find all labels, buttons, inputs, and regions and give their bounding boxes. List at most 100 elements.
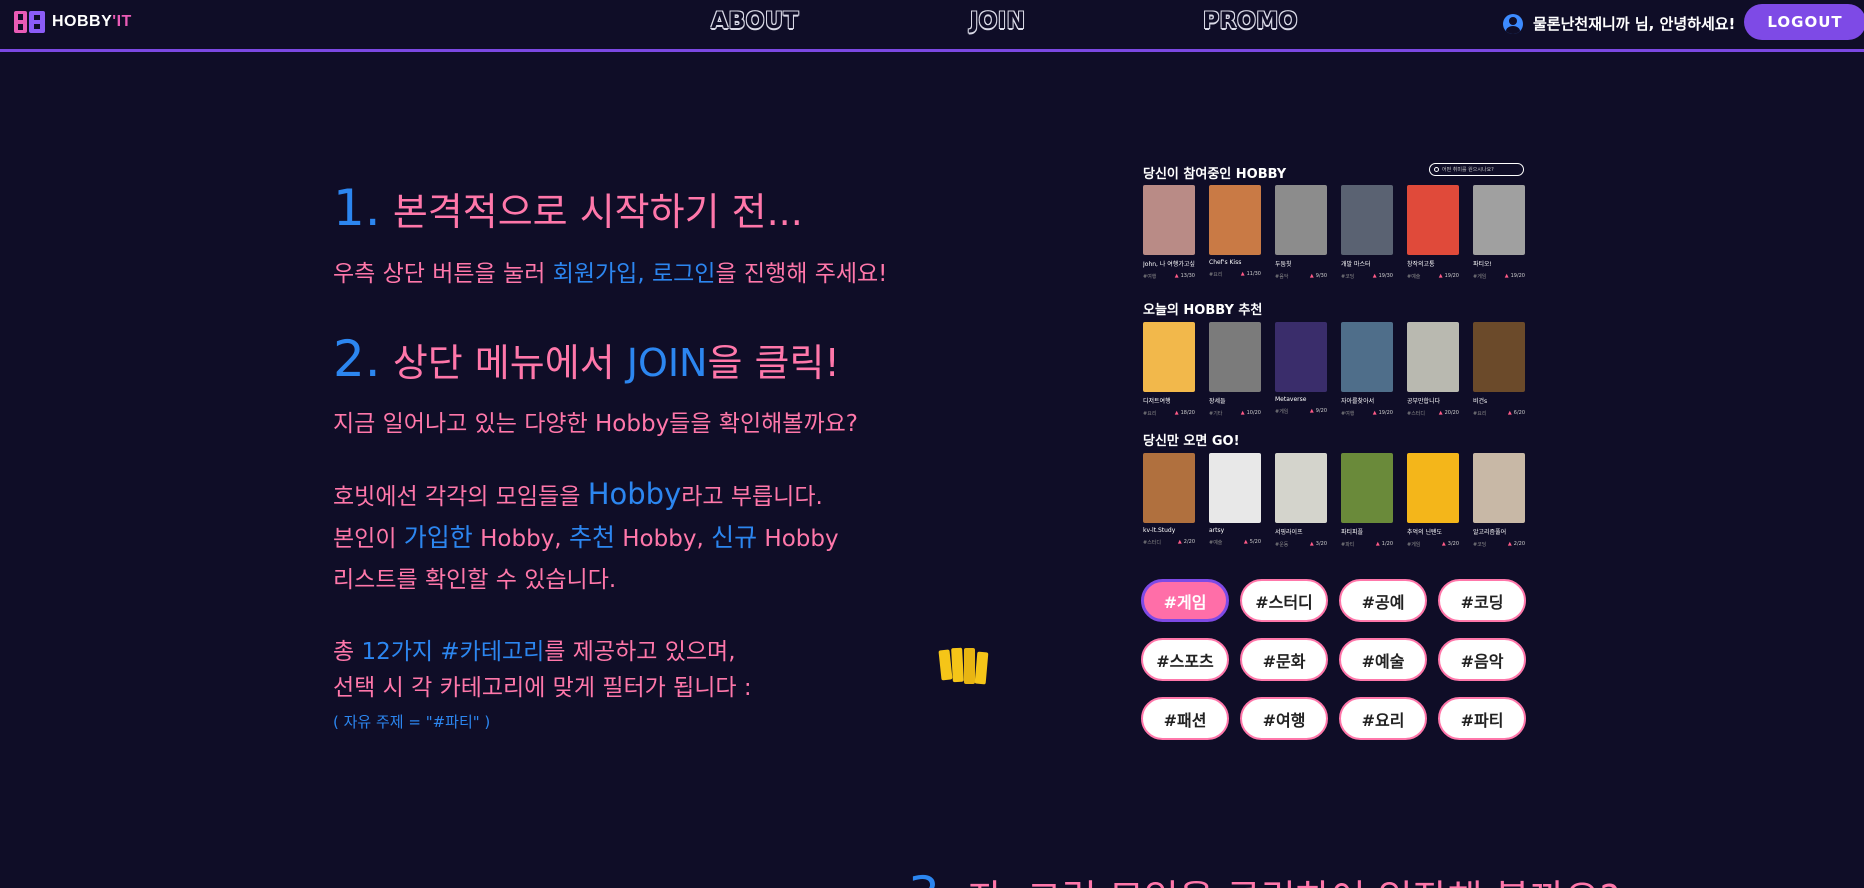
hobby-card-count: 18/20: [1175, 410, 1195, 417]
step1-description: 우측 상단 버튼을 눌러 회원가입, 로그인을 진행해 주세요!: [333, 261, 888, 287]
hobby-card-image: [1209, 322, 1261, 392]
hobby-explanation-line2: 본인이 가입한 Hobby, 추천 Hobby, 신규 Hobby: [333, 523, 839, 552]
hobby-card-tag: #예술: [1209, 540, 1223, 546]
hobby-card-tag: #기타: [1209, 411, 1223, 417]
hobby-card-count: 9/20: [1310, 408, 1327, 415]
hobby-card-count: 19/20: [1373, 410, 1393, 417]
hobby-card-tag: #코딩: [1341, 274, 1355, 280]
hobby-card-image: [1341, 322, 1393, 392]
hobby-card-meta: #예술 19/20: [1407, 273, 1459, 280]
tag-sports[interactable]: #스포츠: [1141, 638, 1229, 681]
hobby-card[interactable]: Metaverse #게임 9/20: [1275, 322, 1327, 417]
preview-section1-row: John, 나 여행가고싶어 #여행 13/30 Chef's Kiss #요리 11/3…: [1143, 185, 1525, 280]
hobby-card[interactable]: 비건s #요리 6/20: [1473, 322, 1525, 417]
hobby-card-tag: #파티: [1341, 542, 1355, 548]
tag-music[interactable]: #음악: [1438, 638, 1526, 681]
hobby-card-title: 비건s: [1473, 398, 1488, 405]
pointing-hand-icon: [938, 647, 989, 685]
tag-party[interactable]: #파티: [1438, 697, 1526, 740]
hobby-card[interactable]: 공부만합니다 #스터디 20/20: [1407, 322, 1459, 417]
hobby-card-tag: #요리: [1209, 272, 1223, 278]
category-explanation-line1: 총 12가지 #카테고리를 제공하고 있으며,: [333, 639, 736, 665]
tag-cooking[interactable]: #요리: [1339, 697, 1427, 740]
hobby-card[interactable]: kv-lt.Study #스터디 2/20: [1143, 453, 1195, 548]
login-link[interactable]: 로그인: [652, 261, 715, 287]
hobby-card-meta: #예술 5/20: [1209, 539, 1261, 546]
signup-link[interactable]: 회원가입: [553, 261, 638, 287]
user-greeting: 물론난천재니까 님, 안녕하세요!: [1533, 15, 1736, 33]
hobby-card-image: [1275, 322, 1327, 392]
hobby-card[interactable]: 두둠칫 #음악 9/30: [1275, 185, 1327, 280]
hobby-card-meta: #기타 10/20: [1209, 410, 1261, 417]
hobby-card-tag: #스터디: [1143, 540, 1161, 546]
hobby-card-count: 19/20: [1439, 273, 1459, 280]
hobby-card-meta: #스터디 20/20: [1407, 410, 1459, 417]
logo-mark-icon: [14, 11, 46, 33]
hobby-card-tag: #여행: [1143, 274, 1157, 280]
hobby-card-tag: #스터디: [1407, 411, 1425, 417]
hobby-card[interactable]: 개발 마스터 #코딩 19/30: [1341, 185, 1393, 280]
nav-about[interactable]: ABOUT: [711, 9, 799, 34]
tag-study[interactable]: #스터디: [1240, 579, 1328, 622]
step1-title: 본격적으로 시작하기 전...: [392, 190, 803, 234]
hobby-card-meta: #코딩 2/20: [1473, 541, 1525, 548]
hobby-card-tag: #예술: [1407, 274, 1421, 280]
hobby-card-title: Metaverse: [1275, 396, 1307, 403]
tag-craft[interactable]: #공예: [1339, 579, 1427, 622]
nav-promo[interactable]: PROMO: [1203, 9, 1298, 34]
hobby-card-count: 5/20: [1244, 539, 1261, 546]
tag-art[interactable]: #예술: [1339, 638, 1427, 681]
hobby-card-title: 공부만합니다: [1407, 398, 1441, 405]
nav-join[interactable]: JOIN: [970, 9, 1026, 34]
hobby-card-tag: #게임: [1275, 409, 1289, 415]
hobby-card[interactable]: John, 나 여행가고싶어 #여행 13/30: [1143, 185, 1195, 280]
hobby-card[interactable]: 디저트여행 #요리 18/20: [1143, 322, 1195, 417]
tag-travel[interactable]: #여행: [1240, 697, 1328, 740]
hobby-card-image: [1143, 322, 1195, 392]
hobby-explanation-line3: 리스트를 확인할 수 있습니다.: [333, 567, 617, 593]
step2-description: 지금 일어나고 있는 다양한 Hobby들을 확인해볼까요?: [333, 411, 858, 437]
hobby-card-image: [1473, 185, 1525, 255]
hobby-card-title: 디저트여행: [1143, 398, 1171, 405]
category-explanation-line2: 선택 시 각 카테고리에 맞게 필터가 됩니다 :: [333, 675, 752, 701]
hobby-card[interactable]: 파티피플 #파티 1/20: [1341, 453, 1393, 548]
hobby-card[interactable]: 추억의 닌텐도 #게임 3/20: [1407, 453, 1459, 548]
hobby-card-count: 2/20: [1178, 539, 1195, 546]
hobby-card-count: 1/20: [1376, 541, 1393, 548]
hobby-card-count: 11/30: [1241, 271, 1261, 278]
hobby-card-title: 서핑라이프: [1275, 529, 1303, 536]
hobby-card[interactable]: 창작의고통 #예술 19/20: [1407, 185, 1459, 280]
hobby-card[interactable]: artsy #예술 5/20: [1209, 453, 1261, 548]
hobby-card-title: 창작의고통: [1407, 261, 1435, 268]
hobby-card[interactable]: 자아를찾아서 #여행 19/20: [1341, 322, 1393, 417]
hobby-card-title: 두둠칫: [1275, 261, 1292, 268]
hobby-card[interactable]: 장세들 #기타 10/20: [1209, 322, 1261, 417]
hobby-card-title: 자아를찾아서: [1341, 398, 1375, 405]
hobby-card-image: [1209, 185, 1261, 255]
free-topic-note: ( 자유 주제 = "#파티" ): [333, 713, 491, 731]
hobby-card-title: kv-lt.Study: [1143, 527, 1176, 534]
user-area: 물론난천재니까 님, 안녕하세요!: [1503, 13, 1735, 34]
hobby-card[interactable]: 알고리즘풀어 #코딩 2/20: [1473, 453, 1525, 548]
hobby-card[interactable]: Chef's Kiss #요리 11/30: [1209, 185, 1261, 280]
hobby-card-image: [1275, 453, 1327, 523]
hobby-card-meta: #요리 11/30: [1209, 271, 1261, 278]
hobby-card-count: 3/20: [1310, 541, 1327, 548]
hobby-card-count: 10/20: [1241, 410, 1261, 417]
preview-search-input: 어떤 취미를 원으시나요?: [1429, 163, 1524, 176]
hobby-card-title: 추억의 닌텐도: [1407, 529, 1443, 536]
user-avatar-icon[interactable]: [1503, 13, 1523, 34]
hobby-card-tag: #게임: [1473, 274, 1487, 280]
tag-coding[interactable]: #코딩: [1438, 579, 1526, 622]
hobby-card-title: artsy: [1209, 527, 1225, 534]
tag-game[interactable]: #게임: [1141, 579, 1229, 622]
logo[interactable]: HOBBY'IT: [14, 11, 132, 33]
hobby-card[interactable]: 서핑라이프 #운동 3/20: [1275, 453, 1327, 548]
hobby-card[interactable]: 파티오! #게임 19/20: [1473, 185, 1525, 280]
hobby-card-meta: #게임 3/20: [1407, 541, 1459, 548]
hobby-card-count: 3/20: [1442, 541, 1459, 548]
logout-button[interactable]: LOGOUT: [1744, 4, 1864, 40]
tag-fashion[interactable]: #패션: [1141, 697, 1229, 740]
tag-culture[interactable]: #문화: [1240, 638, 1328, 681]
preview-section3-row: kv-lt.Study #스터디 2/20 artsy #예술 5/20 서핑라이프 #운동 3…: [1143, 453, 1525, 548]
